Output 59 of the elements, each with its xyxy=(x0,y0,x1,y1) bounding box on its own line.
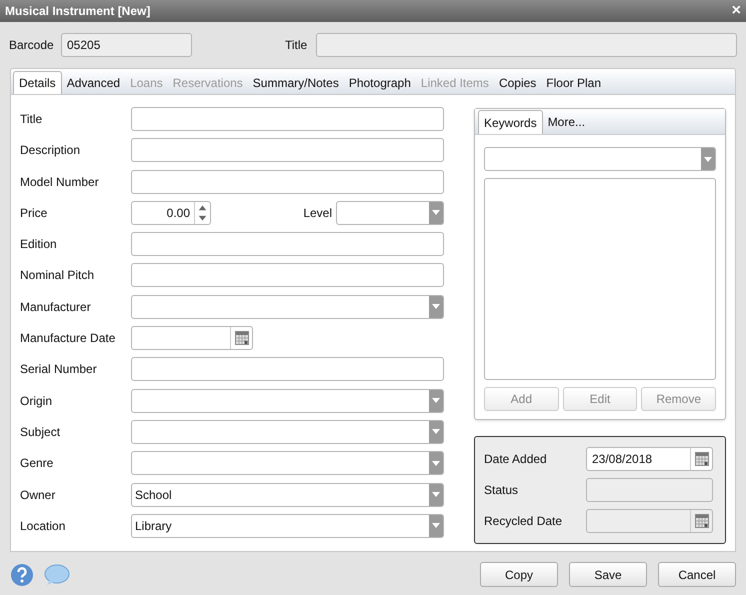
dropdown-field[interactable] xyxy=(131,420,444,444)
tab[interactable]: Advanced xyxy=(62,71,126,94)
tab[interactable]: Copies xyxy=(494,71,542,94)
date-field[interactable] xyxy=(131,326,253,350)
number-field[interactable]: 0.00 xyxy=(131,200,211,225)
text-field[interactable] xyxy=(131,357,444,382)
field-value: Library xyxy=(135,518,172,533)
dialog-button[interactable]: Save xyxy=(569,562,647,587)
field-value: 23/08/2018 xyxy=(592,452,652,466)
field-label: Manufacture Date xyxy=(20,330,116,348)
chat-bubble-icon[interactable] xyxy=(44,564,70,586)
field-label: Date Added xyxy=(484,451,548,468)
calendar-icon[interactable] xyxy=(694,452,708,466)
field-label: Edition xyxy=(20,236,58,254)
tab[interactable]: Summary/Notes xyxy=(248,71,344,94)
close-button[interactable]: × xyxy=(732,3,741,19)
field-label: Genre xyxy=(20,455,54,472)
field-label: Origin xyxy=(20,392,54,410)
field-label: Model Number xyxy=(20,174,100,191)
field-label: Price xyxy=(20,204,48,222)
field-label: Owner xyxy=(20,486,56,504)
tab[interactable]: Keywords xyxy=(478,110,543,134)
tab[interactable]: More... xyxy=(542,110,590,134)
field-value: 0.00 xyxy=(166,204,191,222)
text-field[interactable] xyxy=(131,263,444,288)
field-label: Manufacturer xyxy=(20,298,92,316)
date-field[interactable]: 23/08/2018 xyxy=(586,447,713,471)
text-field[interactable] xyxy=(131,138,444,162)
field-label: Subject xyxy=(20,424,62,441)
field-label: Description xyxy=(20,142,82,160)
dropdown-field[interactable] xyxy=(131,388,444,413)
field-label: Status xyxy=(484,482,520,499)
field-label: Location xyxy=(20,518,66,535)
window-title: Musical Instrument [New] xyxy=(5,3,150,20)
field-label: Serial Number xyxy=(20,361,98,378)
text-field[interactable] xyxy=(131,232,444,256)
tab[interactable]: Floor Plan xyxy=(541,71,606,94)
field-label: Recycled Date xyxy=(484,513,564,530)
field-label: Barcode xyxy=(9,37,55,54)
field-value: School xyxy=(135,488,172,502)
dropdown-field[interactable]: School xyxy=(131,482,444,507)
dialog-button[interactable]: Cancel xyxy=(658,562,736,587)
keyword-dropdown[interactable] xyxy=(484,147,716,171)
text-field[interactable] xyxy=(131,107,444,131)
dropdown-field[interactable] xyxy=(131,294,444,319)
field-label: Nominal Pitch xyxy=(20,267,96,284)
dropdown-field[interactable]: Library xyxy=(131,514,444,538)
field-label: Title xyxy=(285,37,308,54)
field-label: Level xyxy=(303,204,332,222)
field-value: 05205 xyxy=(67,37,100,54)
tab[interactable]: Details xyxy=(13,71,62,94)
text-field[interactable] xyxy=(131,170,444,194)
dropdown-field[interactable] xyxy=(131,451,444,476)
calendar-icon[interactable] xyxy=(234,331,248,346)
tab[interactable]: Photograph xyxy=(344,71,416,94)
dropdown-field[interactable] xyxy=(336,200,444,225)
help-icon[interactable] xyxy=(10,562,34,586)
dialog-button[interactable]: Copy xyxy=(480,562,558,587)
field-label: Title xyxy=(20,111,44,128)
